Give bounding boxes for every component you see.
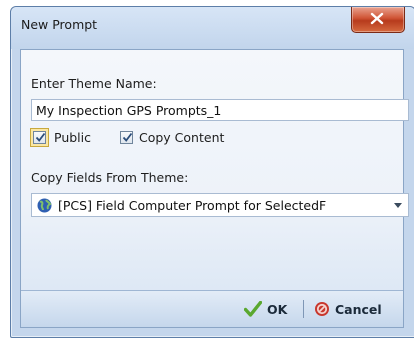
theme-name-input[interactable]: My Inspection GPS Prompts_1: [31, 99, 409, 121]
checkmark-icon: [244, 301, 262, 317]
window-title: New Prompt: [21, 17, 98, 32]
chevron-down-icon[interactable]: [394, 203, 402, 208]
public-label[interactable]: Public: [54, 130, 91, 145]
cancel-icon: [315, 302, 329, 316]
dialog-footer: OK Cancel: [21, 290, 403, 327]
public-checkbox[interactable]: [33, 131, 46, 144]
ok-label: OK: [267, 301, 288, 317]
dialog-body: Enter Theme Name: My Inspection GPS Prom…: [20, 49, 409, 328]
copy-fields-dropdown[interactable]: [PCS] Field Computer Prompt for Selected…: [31, 193, 409, 217]
checkmark-icon: [122, 132, 133, 142]
close-button[interactable]: [351, 7, 405, 33]
copy-fields-label: Copy Fields From Theme:: [31, 170, 189, 185]
cancel-label: Cancel: [335, 301, 382, 317]
copy-content-label[interactable]: Copy Content: [139, 130, 224, 145]
ok-button[interactable]: OK: [244, 299, 287, 319]
title-bar[interactable]: New Prompt: [11, 7, 414, 49]
globe-icon: [37, 198, 52, 213]
cancel-button[interactable]: Cancel: [314, 299, 382, 319]
new-prompt-dialog: New Prompt Enter Theme Name: My Inspecti…: [10, 6, 414, 338]
checkmark-icon: [35, 132, 46, 142]
copy-content-checkbox[interactable]: [120, 131, 133, 144]
button-separator: [303, 300, 304, 318]
theme-name-label: Enter Theme Name:: [31, 76, 157, 91]
close-icon: [370, 12, 384, 25]
copy-fields-selected: [PCS] Field Computer Prompt for Selected…: [58, 198, 327, 213]
